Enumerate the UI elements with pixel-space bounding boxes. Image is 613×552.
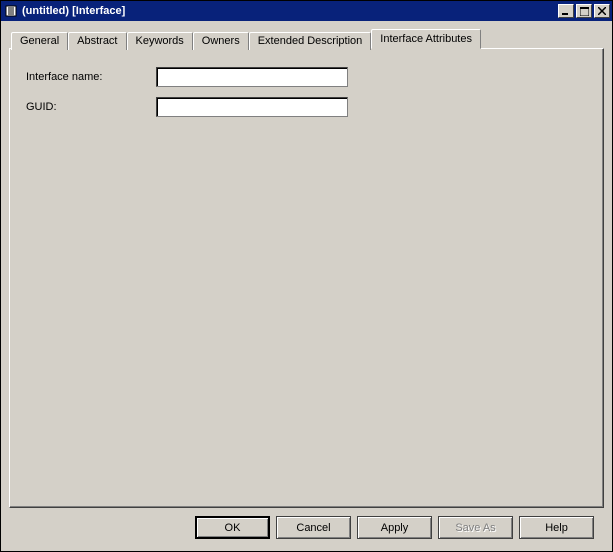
interface-name-label: Interface name:: [26, 71, 156, 83]
guid-input[interactable]: [156, 97, 348, 117]
window: (untitled) [Interface] General Abstract …: [0, 0, 613, 552]
maximize-button[interactable]: [576, 4, 592, 18]
tab-interface-attributes[interactable]: Interface Attributes: [371, 29, 481, 49]
guid-row: GUID:: [26, 97, 587, 117]
client-area: General Abstract Keywords Owners Extende…: [1, 21, 612, 551]
apply-button[interactable]: Apply: [357, 516, 432, 539]
tab-control: General Abstract Keywords Owners Extende…: [9, 29, 604, 508]
titlebar: (untitled) [Interface]: [1, 1, 612, 21]
window-title: (untitled) [Interface]: [22, 5, 556, 17]
save-as-button[interactable]: Save As: [438, 516, 513, 539]
dialog-buttons: OK Cancel Apply Save As Help: [9, 508, 604, 551]
tab-panel-interface-attributes: Interface name: GUID:: [9, 48, 604, 508]
interface-name-row: Interface name:: [26, 67, 587, 87]
tab-extended-description[interactable]: Extended Description: [249, 32, 372, 50]
tab-general[interactable]: General: [11, 32, 68, 50]
tab-strip: General Abstract Keywords Owners Extende…: [9, 29, 604, 49]
minimize-button[interactable]: [558, 4, 574, 18]
tab-abstract[interactable]: Abstract: [68, 32, 126, 50]
app-icon: [4, 4, 18, 18]
close-button[interactable]: [594, 4, 610, 18]
tab-keywords[interactable]: Keywords: [127, 32, 193, 50]
help-button[interactable]: Help: [519, 516, 594, 539]
tab-owners[interactable]: Owners: [193, 32, 249, 50]
interface-name-input[interactable]: [156, 67, 348, 87]
guid-label: GUID:: [26, 101, 156, 113]
cancel-button[interactable]: Cancel: [276, 516, 351, 539]
ok-button[interactable]: OK: [195, 516, 270, 539]
